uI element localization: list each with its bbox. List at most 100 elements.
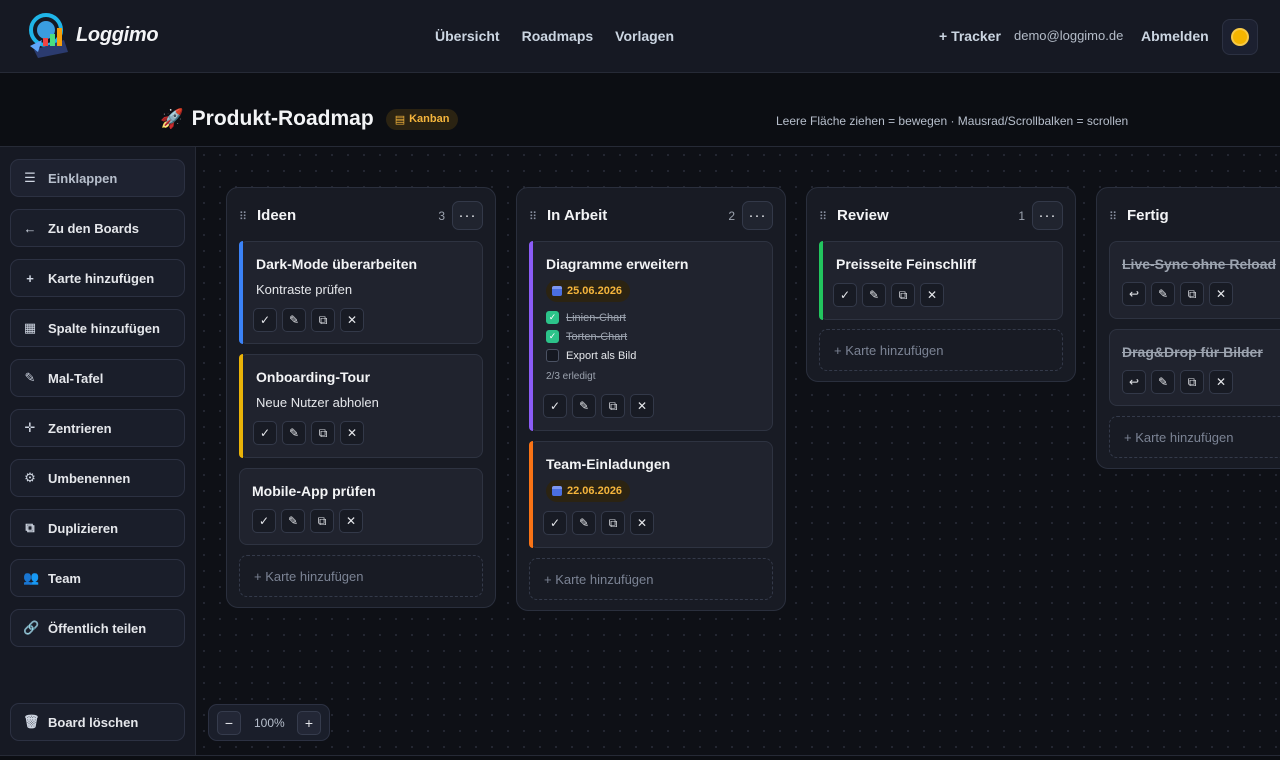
nav-link-templates[interactable]: Vorlagen bbox=[615, 28, 674, 44]
checkbox-checked[interactable]: ✓ bbox=[546, 330, 559, 343]
check-icon[interactable]: ✓ bbox=[252, 509, 276, 533]
column-menu-button[interactable]: ··· bbox=[742, 201, 773, 230]
column-title: Ideen bbox=[257, 207, 297, 224]
grid-icon: ▦ bbox=[23, 320, 37, 335]
card-actions: ✓ ✎ ⧉ ✕ bbox=[252, 509, 363, 533]
check-icon[interactable]: ✓ bbox=[833, 283, 857, 307]
board-canvas[interactable]: ⠿ Ideen 3 ··· Dark-Mode überarbeiten Kon… bbox=[196, 147, 1280, 755]
center-view-button[interactable]: ✛ Zentrieren bbox=[10, 409, 185, 447]
card[interactable]: Mobile-App prüfen ✓ ✎ ⧉ ✕ bbox=[239, 468, 483, 545]
card-title: Onboarding-Tour bbox=[256, 369, 371, 385]
close-icon[interactable]: ✕ bbox=[340, 308, 364, 332]
checklist-item[interactable]: Export als Bild bbox=[546, 349, 636, 362]
close-icon[interactable]: ✕ bbox=[920, 283, 944, 307]
duplicate-icon[interactable]: ⧉ bbox=[310, 509, 334, 533]
brand-logo[interactable]: Loggimo bbox=[24, 8, 164, 62]
card[interactable]: Drag&Drop für Bilder ↩ ✎ ⧉ ✕ bbox=[1109, 329, 1280, 406]
column-menu-button[interactable]: ··· bbox=[452, 201, 483, 230]
checkbox-unchecked[interactable] bbox=[546, 349, 559, 362]
duplicate-icon[interactable]: ⧉ bbox=[601, 511, 625, 535]
board-title-group: 🚀 Produkt-Roadmap ▤ Kanban bbox=[160, 107, 459, 131]
add-card-button[interactable]: + Karte hinzufügen bbox=[819, 329, 1063, 371]
duplicate-icon[interactable]: ⧉ bbox=[311, 421, 335, 445]
add-column-button[interactable]: ▦ Spalte hinzufügen bbox=[10, 309, 185, 347]
add-card-button[interactable]: + Karte hinzufügen bbox=[239, 555, 483, 597]
copy-icon: ⧉ bbox=[25, 520, 35, 535]
card[interactable]: Onboarding-Tour Neue Nutzer abholen ✓ ✎ … bbox=[239, 354, 483, 458]
close-icon[interactable]: ✕ bbox=[1209, 370, 1233, 394]
drag-handle-icon[interactable]: ⠿ bbox=[819, 210, 827, 223]
card-color-bar bbox=[239, 241, 243, 344]
theme-toggle-button[interactable] bbox=[1222, 19, 1258, 55]
checklist-text: Export als Bild bbox=[566, 349, 637, 362]
card[interactable]: Preisseite Feinschliff ✓ ✎ ⧉ ✕ bbox=[819, 241, 1063, 320]
edit-icon[interactable]: ✎ bbox=[282, 308, 306, 332]
add-card-button[interactable]: + Karte hinzufügen bbox=[10, 259, 185, 297]
column-header: ⠿ Ideen 3 ··· bbox=[227, 188, 495, 244]
column-header: ⠿ In Arbeit 2 ··· bbox=[517, 188, 785, 244]
duplicate-board-button[interactable]: ⧉ Duplizieren bbox=[10, 509, 185, 547]
undo-icon[interactable]: ↩ bbox=[1122, 370, 1146, 394]
zoom-in-button[interactable]: + bbox=[297, 711, 321, 735]
card-title: Mobile-App prüfen bbox=[252, 483, 376, 499]
card[interactable]: Live-Sync ohne Reload ↩ ✎ ⧉ ✕ bbox=[1109, 241, 1280, 319]
duplicate-icon[interactable]: ⧉ bbox=[1180, 370, 1204, 394]
check-icon[interactable]: ✓ bbox=[253, 308, 277, 332]
close-icon[interactable]: ✕ bbox=[339, 509, 363, 533]
column-header: ⠿ Review 1 ··· bbox=[807, 188, 1075, 244]
check-icon[interactable]: ✓ bbox=[253, 421, 277, 445]
zoom-level: 100% bbox=[254, 716, 285, 730]
drag-handle-icon[interactable]: ⠿ bbox=[1109, 210, 1117, 223]
duplicate-icon[interactable]: ⧉ bbox=[601, 394, 625, 418]
edit-icon[interactable]: ✎ bbox=[1151, 370, 1175, 394]
share-public-button[interactable]: 🔗 Öffentlich teilen bbox=[10, 609, 185, 647]
duplicate-icon[interactable]: ⧉ bbox=[891, 283, 915, 307]
zoom-out-button[interactable]: − bbox=[217, 711, 241, 735]
board-type-label: Kanban bbox=[409, 113, 450, 125]
edit-icon[interactable]: ✎ bbox=[281, 509, 305, 533]
column-fertig: ⠿ Fertig Live-Sync ohne Reload ↩ ✎ ⧉ ✕ D… bbox=[1096, 187, 1280, 469]
checklist-item[interactable]: ✓ Torten-Chart bbox=[546, 330, 627, 343]
column-menu-button[interactable]: ··· bbox=[1032, 201, 1063, 230]
close-icon[interactable]: ✕ bbox=[630, 394, 654, 418]
check-icon[interactable]: ✓ bbox=[543, 511, 567, 535]
canvas-hint: Leere Fläche ziehen = bewegen · Mausrad/… bbox=[776, 114, 1129, 128]
edit-icon[interactable]: ✎ bbox=[282, 421, 306, 445]
add-card-button[interactable]: + Karte hinzufügen bbox=[529, 558, 773, 600]
close-icon[interactable]: ✕ bbox=[340, 421, 364, 445]
edit-icon[interactable]: ✎ bbox=[572, 394, 596, 418]
drag-handle-icon[interactable]: ⠿ bbox=[529, 210, 537, 223]
edit-icon[interactable]: ✎ bbox=[572, 511, 596, 535]
card-actions: ↩ ✎ ⧉ ✕ bbox=[1122, 370, 1233, 394]
close-icon[interactable]: ✕ bbox=[630, 511, 654, 535]
duplicate-icon[interactable]: ⧉ bbox=[311, 308, 335, 332]
add-card-button[interactable]: + Karte hinzufügen bbox=[1109, 416, 1280, 458]
add-card-label: Karte hinzufügen bbox=[48, 270, 155, 286]
checklist-item[interactable]: ✓ Linien-Chart bbox=[546, 311, 626, 324]
drag-handle-icon[interactable]: ⠿ bbox=[239, 210, 247, 223]
card[interactable]: Team-Einladungen 22.06.2026 ✓ ✎ ⧉ ✕ bbox=[529, 441, 773, 548]
undo-icon[interactable]: ↩ bbox=[1122, 282, 1146, 306]
check-icon[interactable]: ✓ bbox=[543, 394, 567, 418]
column-count: 3 bbox=[438, 209, 445, 223]
team-button[interactable]: 👥 Team bbox=[10, 559, 185, 597]
add-tracker-link[interactable]: + Tracker bbox=[939, 28, 1001, 44]
delete-board-button[interactable]: 🗑 Board löschen bbox=[10, 703, 185, 741]
nav-link-roadmaps[interactable]: Roadmaps bbox=[522, 28, 594, 44]
back-to-boards-button[interactable]: ← Zu den Boards bbox=[10, 209, 185, 247]
logout-link[interactable]: Abmelden bbox=[1141, 28, 1209, 44]
brand-name: Loggimo bbox=[76, 23, 159, 46]
card[interactable]: Diagramme erweitern 25.06.2026 ✓ Linien-… bbox=[529, 241, 773, 431]
duplicate-icon[interactable]: ⧉ bbox=[1180, 282, 1204, 306]
duplicate-label: Duplizieren bbox=[48, 520, 119, 536]
column-count: 1 bbox=[1018, 209, 1025, 223]
edit-icon[interactable]: ✎ bbox=[862, 283, 886, 307]
paint-board-button[interactable]: ✎ Mal-Tafel bbox=[10, 359, 185, 397]
nav-link-overview[interactable]: Übersicht bbox=[435, 28, 500, 44]
card[interactable]: Dark-Mode überarbeiten Kontraste prüfen … bbox=[239, 241, 483, 344]
collapse-sidebar-button[interactable]: ☰ Einklappen bbox=[10, 159, 185, 197]
close-icon[interactable]: ✕ bbox=[1209, 282, 1233, 306]
rename-board-button[interactable]: ⚙ Umbenennen bbox=[10, 459, 185, 497]
edit-icon[interactable]: ✎ bbox=[1151, 282, 1175, 306]
checkbox-checked[interactable]: ✓ bbox=[546, 311, 559, 324]
